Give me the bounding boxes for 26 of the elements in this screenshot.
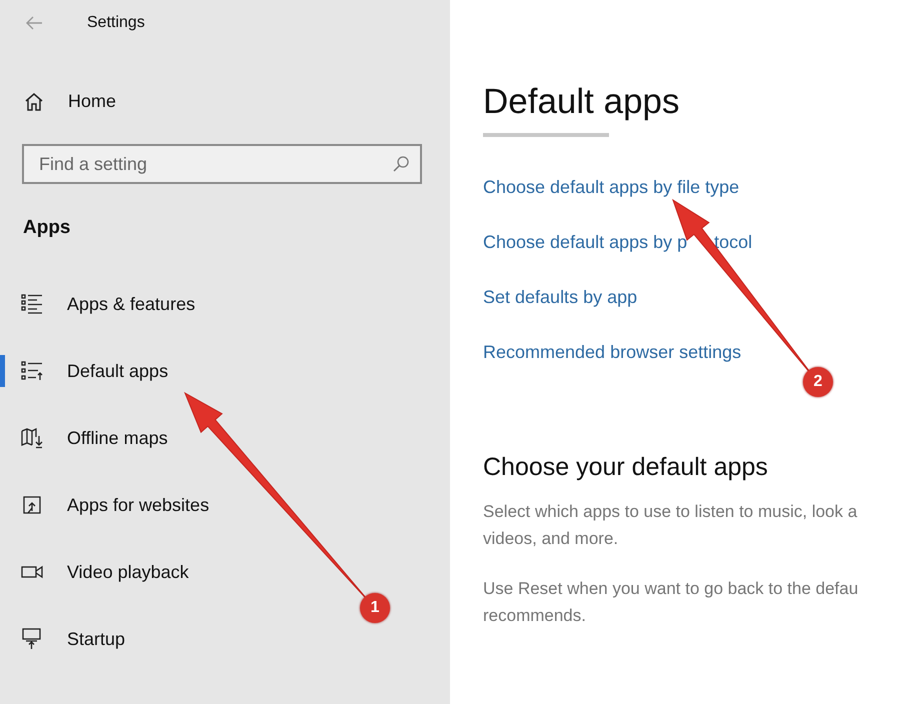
description-text: Select which apps to use to listen to music, look a videos, and more. <box>483 501 858 550</box>
search-icon <box>392 155 410 173</box>
map-download-icon <box>21 427 43 449</box>
search-field[interactable]: Find a setting <box>22 144 422 184</box>
settings-link[interactable]: Set defaults by app <box>483 286 638 308</box>
nav-item[interactable]: Default apps <box>0 355 168 387</box>
home-icon <box>24 92 44 112</box>
settings-link[interactable]: Recommended browser settings <box>483 341 742 363</box>
nav-item[interactable]: Offline maps <box>0 422 168 454</box>
nav-item[interactable]: Video playback <box>0 556 189 588</box>
settings-link[interactable]: Choose default apps by file type <box>483 176 740 198</box>
settings-link[interactable]: Choose default apps by p tocol <box>483 231 752 253</box>
back-arrow-icon[interactable] <box>25 16 43 30</box>
nav-item[interactable]: Startup <box>0 623 126 655</box>
home-nav-item[interactable]: Home <box>24 91 116 112</box>
page-title: Default apps <box>483 82 680 122</box>
window-arrow-icon <box>21 494 43 516</box>
monitor-arrow-icon <box>21 628 43 650</box>
section-heading: Apps <box>23 217 70 239</box>
nav-item[interactable]: Apps for websites <box>0 489 210 521</box>
list-arrow-icon <box>21 360 43 382</box>
section-heading: Choose your default apps <box>483 453 768 482</box>
window-title: Settings <box>87 14 145 32</box>
list-icon <box>21 293 43 315</box>
description-text: Use Reset when you want to go back to the defau recommends. <box>483 578 858 627</box>
nav-item[interactable]: Apps & features <box>0 288 196 320</box>
